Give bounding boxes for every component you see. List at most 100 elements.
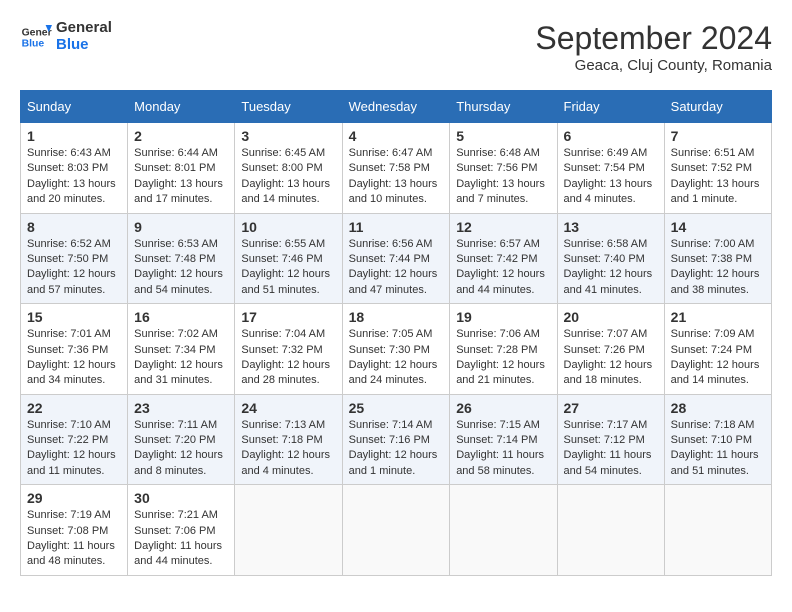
day-info: Sunrise: 7:17 AM Sunset: 7:12 PM Dayligh…	[564, 418, 658, 480]
day-number: 8	[27, 219, 121, 235]
day-info: Sunrise: 6:48 AM Sunset: 7:56 PM Dayligh…	[456, 146, 550, 208]
day-number: 7	[671, 128, 765, 144]
month-title: September 2024	[535, 20, 772, 57]
calendar-cell: 27 Sunrise: 7:17 AM Sunset: 7:12 PM Dayl…	[557, 394, 664, 485]
calendar-week-3: 15 Sunrise: 7:01 AM Sunset: 7:36 PM Dayl…	[21, 304, 772, 395]
logo-blue: Blue	[56, 37, 112, 54]
calendar-cell: 23 Sunrise: 7:11 AM Sunset: 7:20 PM Dayl…	[128, 394, 235, 485]
calendar-cell: 22 Sunrise: 7:10 AM Sunset: 7:22 PM Dayl…	[21, 394, 128, 485]
calendar-header-saturday: Saturday	[664, 91, 771, 123]
day-number: 17	[241, 309, 335, 325]
calendar-cell: 7 Sunrise: 6:51 AM Sunset: 7:52 PM Dayli…	[664, 123, 771, 214]
day-info: Sunrise: 6:52 AM Sunset: 7:50 PM Dayligh…	[27, 237, 121, 299]
day-number: 27	[564, 400, 658, 416]
calendar-cell	[342, 485, 450, 576]
calendar-cell: 28 Sunrise: 7:18 AM Sunset: 7:10 PM Dayl…	[664, 394, 771, 485]
day-info: Sunrise: 6:47 AM Sunset: 7:58 PM Dayligh…	[349, 146, 444, 208]
day-info: Sunrise: 7:11 AM Sunset: 7:20 PM Dayligh…	[134, 418, 228, 480]
calendar-cell: 24 Sunrise: 7:13 AM Sunset: 7:18 PM Dayl…	[235, 394, 342, 485]
day-info: Sunrise: 7:15 AM Sunset: 7:14 PM Dayligh…	[456, 418, 550, 480]
calendar-cell	[450, 485, 557, 576]
day-info: Sunrise: 6:44 AM Sunset: 8:01 PM Dayligh…	[134, 146, 228, 208]
day-number: 4	[349, 128, 444, 144]
day-info: Sunrise: 6:49 AM Sunset: 7:54 PM Dayligh…	[564, 146, 658, 208]
day-number: 14	[671, 219, 765, 235]
day-info: Sunrise: 7:07 AM Sunset: 7:26 PM Dayligh…	[564, 327, 658, 389]
day-number: 25	[349, 400, 444, 416]
day-number: 13	[564, 219, 658, 235]
calendar-cell: 26 Sunrise: 7:15 AM Sunset: 7:14 PM Dayl…	[450, 394, 557, 485]
calendar-cell: 14 Sunrise: 7:00 AM Sunset: 7:38 PM Dayl…	[664, 213, 771, 304]
day-number: 12	[456, 219, 550, 235]
calendar-cell: 6 Sunrise: 6:49 AM Sunset: 7:54 PM Dayli…	[557, 123, 664, 214]
calendar-cell	[557, 485, 664, 576]
day-number: 19	[456, 309, 550, 325]
calendar-cell: 2 Sunrise: 6:44 AM Sunset: 8:01 PM Dayli…	[128, 123, 235, 214]
calendar-cell: 4 Sunrise: 6:47 AM Sunset: 7:58 PM Dayli…	[342, 123, 450, 214]
calendar-week-4: 22 Sunrise: 7:10 AM Sunset: 7:22 PM Dayl…	[21, 394, 772, 485]
day-number: 18	[349, 309, 444, 325]
logo: General Blue General Blue	[20, 20, 112, 53]
day-number: 30	[134, 490, 228, 506]
day-info: Sunrise: 6:45 AM Sunset: 8:00 PM Dayligh…	[241, 146, 335, 208]
day-number: 5	[456, 128, 550, 144]
calendar-cell: 21 Sunrise: 7:09 AM Sunset: 7:24 PM Dayl…	[664, 304, 771, 395]
calendar-week-5: 29 Sunrise: 7:19 AM Sunset: 7:08 PM Dayl…	[21, 485, 772, 576]
calendar-cell: 3 Sunrise: 6:45 AM Sunset: 8:00 PM Dayli…	[235, 123, 342, 214]
calendar-cell	[664, 485, 771, 576]
page-header: General Blue General Blue September 2024…	[20, 20, 772, 74]
day-info: Sunrise: 7:06 AM Sunset: 7:28 PM Dayligh…	[456, 327, 550, 389]
day-info: Sunrise: 7:14 AM Sunset: 7:16 PM Dayligh…	[349, 418, 444, 480]
calendar-header-friday: Friday	[557, 91, 664, 123]
day-info: Sunrise: 6:53 AM Sunset: 7:48 PM Dayligh…	[134, 237, 228, 299]
day-info: Sunrise: 6:57 AM Sunset: 7:42 PM Dayligh…	[456, 237, 550, 299]
calendar-cell: 8 Sunrise: 6:52 AM Sunset: 7:50 PM Dayli…	[21, 213, 128, 304]
calendar-header-row: SundayMondayTuesdayWednesdayThursdayFrid…	[21, 91, 772, 123]
calendar-cell: 29 Sunrise: 7:19 AM Sunset: 7:08 PM Dayl…	[21, 485, 128, 576]
calendar-cell: 12 Sunrise: 6:57 AM Sunset: 7:42 PM Dayl…	[450, 213, 557, 304]
calendar-cell: 16 Sunrise: 7:02 AM Sunset: 7:34 PM Dayl…	[128, 304, 235, 395]
calendar-cell: 1 Sunrise: 6:43 AM Sunset: 8:03 PM Dayli…	[21, 123, 128, 214]
day-number: 10	[241, 219, 335, 235]
day-info: Sunrise: 7:00 AM Sunset: 7:38 PM Dayligh…	[671, 237, 765, 299]
calendar-header-sunday: Sunday	[21, 91, 128, 123]
day-number: 21	[671, 309, 765, 325]
day-info: Sunrise: 6:55 AM Sunset: 7:46 PM Dayligh…	[241, 237, 335, 299]
day-info: Sunrise: 6:58 AM Sunset: 7:40 PM Dayligh…	[564, 237, 658, 299]
calendar-cell: 13 Sunrise: 6:58 AM Sunset: 7:40 PM Dayl…	[557, 213, 664, 304]
calendar-header-monday: Monday	[128, 91, 235, 123]
calendar-cell	[235, 485, 342, 576]
day-number: 28	[671, 400, 765, 416]
day-info: Sunrise: 6:51 AM Sunset: 7:52 PM Dayligh…	[671, 146, 765, 208]
day-info: Sunrise: 6:43 AM Sunset: 8:03 PM Dayligh…	[27, 146, 121, 208]
day-info: Sunrise: 7:18 AM Sunset: 7:10 PM Dayligh…	[671, 418, 765, 480]
day-number: 16	[134, 309, 228, 325]
calendar-header-tuesday: Tuesday	[235, 91, 342, 123]
calendar-table: SundayMondayTuesdayWednesdayThursdayFrid…	[20, 90, 772, 576]
logo-general: General	[56, 20, 112, 37]
calendar-cell: 9 Sunrise: 6:53 AM Sunset: 7:48 PM Dayli…	[128, 213, 235, 304]
day-number: 23	[134, 400, 228, 416]
day-number: 2	[134, 128, 228, 144]
calendar-cell: 30 Sunrise: 7:21 AM Sunset: 7:06 PM Dayl…	[128, 485, 235, 576]
day-info: Sunrise: 7:05 AM Sunset: 7:30 PM Dayligh…	[349, 327, 444, 389]
calendar-cell: 25 Sunrise: 7:14 AM Sunset: 7:16 PM Dayl…	[342, 394, 450, 485]
svg-text:Blue: Blue	[22, 38, 45, 49]
day-info: Sunrise: 7:04 AM Sunset: 7:32 PM Dayligh…	[241, 327, 335, 389]
calendar-cell: 17 Sunrise: 7:04 AM Sunset: 7:32 PM Dayl…	[235, 304, 342, 395]
calendar-header-thursday: Thursday	[450, 91, 557, 123]
day-number: 9	[134, 219, 228, 235]
calendar-cell: 20 Sunrise: 7:07 AM Sunset: 7:26 PM Dayl…	[557, 304, 664, 395]
day-number: 1	[27, 128, 121, 144]
day-info: Sunrise: 7:21 AM Sunset: 7:06 PM Dayligh…	[134, 508, 228, 570]
day-number: 11	[349, 219, 444, 235]
day-info: Sunrise: 7:02 AM Sunset: 7:34 PM Dayligh…	[134, 327, 228, 389]
day-number: 26	[456, 400, 550, 416]
calendar-header-wednesday: Wednesday	[342, 91, 450, 123]
day-info: Sunrise: 7:09 AM Sunset: 7:24 PM Dayligh…	[671, 327, 765, 389]
day-number: 24	[241, 400, 335, 416]
calendar-cell: 18 Sunrise: 7:05 AM Sunset: 7:30 PM Dayl…	[342, 304, 450, 395]
day-info: Sunrise: 6:56 AM Sunset: 7:44 PM Dayligh…	[349, 237, 444, 299]
day-number: 6	[564, 128, 658, 144]
day-number: 22	[27, 400, 121, 416]
